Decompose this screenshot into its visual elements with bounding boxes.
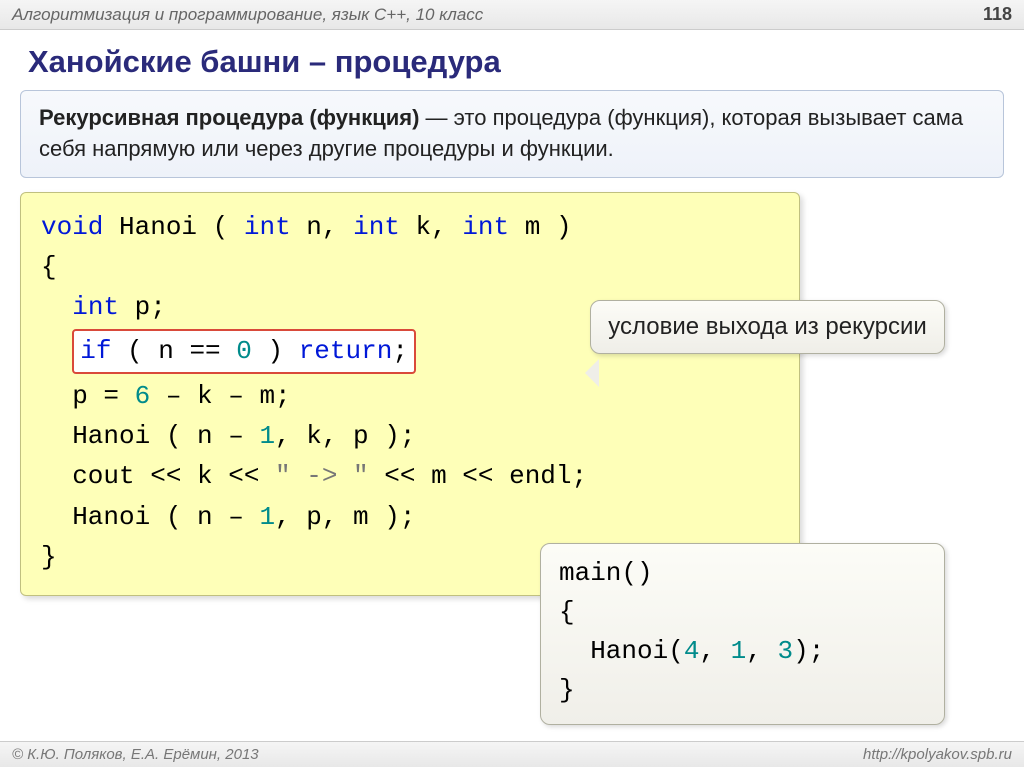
definition-box: Рекурсивная процедура (функция) — это пр…	[20, 90, 1004, 178]
code-line: cout << k << " -> " << m << endl;	[41, 456, 779, 496]
code-line: }	[559, 671, 926, 710]
code-line: Hanoi ( n – 1, p, m );	[41, 497, 779, 537]
code-block: void Hanoi ( int n, int k, int m ) { int…	[20, 192, 800, 597]
definition-term: Рекурсивная процедура (функция)	[39, 105, 419, 130]
subject-text: Алгоритмизация и программирование, язык …	[12, 5, 483, 25]
code-line: main()	[559, 554, 926, 593]
highlight-exit-condition: if ( n == 0 ) return;	[72, 329, 416, 373]
slide-title: Ханойские башни – процедура	[0, 30, 1024, 90]
code-line: Hanoi(4, 1, 3);	[559, 632, 926, 671]
main-code-block: main() { Hanoi(4, 1, 3); }	[540, 543, 945, 725]
code-line: {	[41, 247, 779, 287]
slide-header: Алгоритмизация и программирование, язык …	[0, 0, 1024, 30]
code-line: p = 6 – k – m;	[41, 376, 779, 416]
code-line: {	[559, 593, 926, 632]
code-line: void Hanoi ( int n, int k, int m )	[41, 207, 779, 247]
callout-exit-condition: условие выхода из рекурсии	[590, 300, 945, 354]
slide-footer: © К.Ю. Поляков, Е.А. Ерёмин, 2013 http:/…	[0, 741, 1024, 767]
code-line: Hanoi ( n – 1, k, p );	[41, 416, 779, 456]
page-number: 118	[983, 4, 1012, 25]
copyright-text: © К.Ю. Поляков, Е.А. Ерёмин, 2013	[12, 746, 259, 763]
footer-url: http://kpolyakov.spb.ru	[863, 746, 1012, 763]
